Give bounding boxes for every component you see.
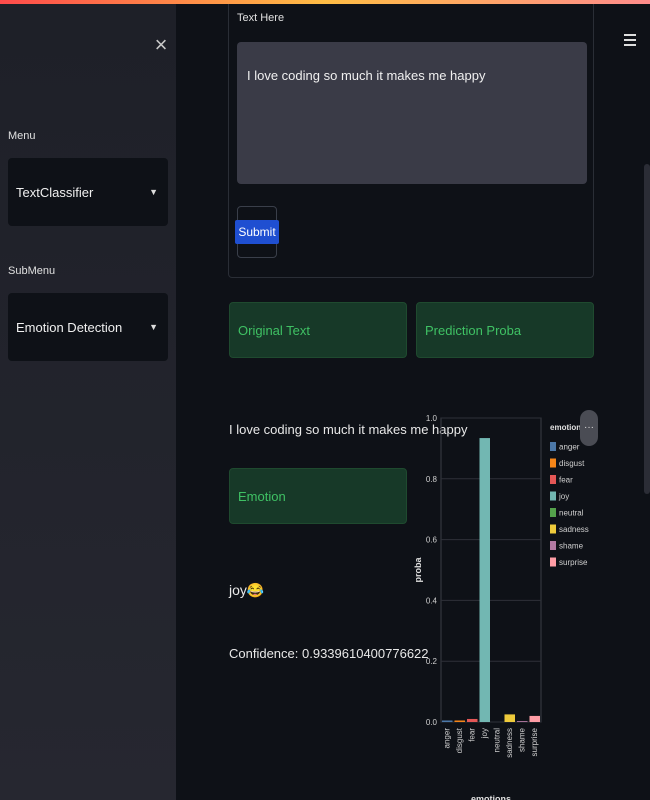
bar-surprise	[529, 715, 540, 722]
x-tick-label: surprise	[530, 727, 539, 756]
plot-frame	[440, 417, 542, 723]
chevron-down-icon: ▼	[149, 187, 158, 197]
submenu-select[interactable]: Emotion Detection ▼	[8, 293, 168, 361]
legend-swatch-anger	[550, 442, 556, 451]
x-tick-label: shame	[518, 727, 527, 752]
y-tick-label: 1.0	[426, 414, 438, 423]
bar-sadness	[504, 714, 515, 722]
chevron-down-icon: ▼	[149, 322, 158, 332]
y-tick-label: 0.6	[426, 536, 438, 545]
legend-swatch-neutral	[550, 508, 556, 517]
close-icon[interactable]: ×	[153, 34, 169, 56]
menu-select-value: TextClassifier	[16, 184, 94, 200]
y-axis-label: proba	[413, 557, 423, 583]
x-axis-label: emotions	[471, 794, 511, 800]
text-form: Text Here I love coding so much it makes…	[228, 4, 594, 278]
bar-anger	[442, 720, 453, 722]
emotion-value: joy😂	[229, 582, 265, 598]
hamburger-menu-icon[interactable]	[624, 34, 636, 50]
legend-swatch-shame	[550, 541, 556, 550]
x-tick-label: joy	[480, 728, 489, 739]
bar-fear	[467, 718, 478, 722]
legend-label-shame: shame	[559, 542, 584, 551]
legend-swatch-fear	[550, 475, 556, 484]
bar-joy	[479, 438, 490, 722]
legend-label-surprise: surprise	[559, 558, 588, 567]
submit-button-label: Submit	[235, 220, 279, 244]
legend-swatch-disgust	[550, 458, 556, 468]
legend-label-neutral: neutral	[559, 509, 584, 518]
menu-select[interactable]: TextClassifier ▼	[8, 158, 168, 226]
scrollbar[interactable]	[644, 164, 650, 494]
y-tick-label: 0.4	[426, 596, 438, 605]
original-text-header: Original Text	[229, 302, 407, 358]
legend-label-joy: joy	[558, 492, 569, 501]
text-input[interactable]: I love coding so much it makes me happy	[237, 42, 587, 184]
main-content: Text Here I love coding so much it makes…	[176, 4, 650, 800]
proba-bar-chart: 0.00.20.40.60.81.0probaanger disgust fear j…	[413, 414, 589, 800]
submit-button[interactable]: Submit	[235, 206, 279, 258]
submenu-label: SubMenu	[8, 265, 56, 277]
submenu-select-value: Emotion Detection	[16, 319, 123, 335]
legend-swatch-sadness	[550, 524, 556, 534]
sidebar: × Menu TextClassifier ▼ SubMenu Emotion …	[0, 4, 176, 800]
legend-label-disgust: disgust	[559, 459, 585, 468]
x-tick-label: disgust	[455, 727, 464, 753]
x-tick-label: anger	[443, 728, 452, 749]
legend-label-fear: fear	[559, 476, 573, 485]
emotion-header: Emotion	[229, 468, 407, 524]
x-tick-label: neutral	[493, 728, 502, 753]
legend-label-anger: anger	[559, 443, 580, 452]
y-tick-label: 0.2	[426, 657, 438, 666]
prediction-proba-header: Prediction Proba	[416, 302, 594, 358]
bar-shame	[517, 721, 528, 722]
bar-disgust	[454, 720, 465, 722]
legend-swatch-surprise	[550, 557, 556, 567]
text-input-label: Text Here	[237, 12, 285, 24]
menu-label: Menu	[8, 130, 36, 142]
x-tick-label: sadness	[505, 728, 514, 758]
y-tick-label: 0.0	[426, 718, 438, 727]
more-options-icon[interactable]: ···	[580, 410, 598, 446]
legend-label-sadness: sadness	[559, 525, 589, 534]
y-tick-label: 0.8	[426, 475, 438, 484]
confidence-text: Confidence: 0.9339610400776622	[229, 646, 429, 661]
legend-swatch-joy	[550, 491, 556, 501]
x-tick-label: fear	[468, 728, 477, 742]
